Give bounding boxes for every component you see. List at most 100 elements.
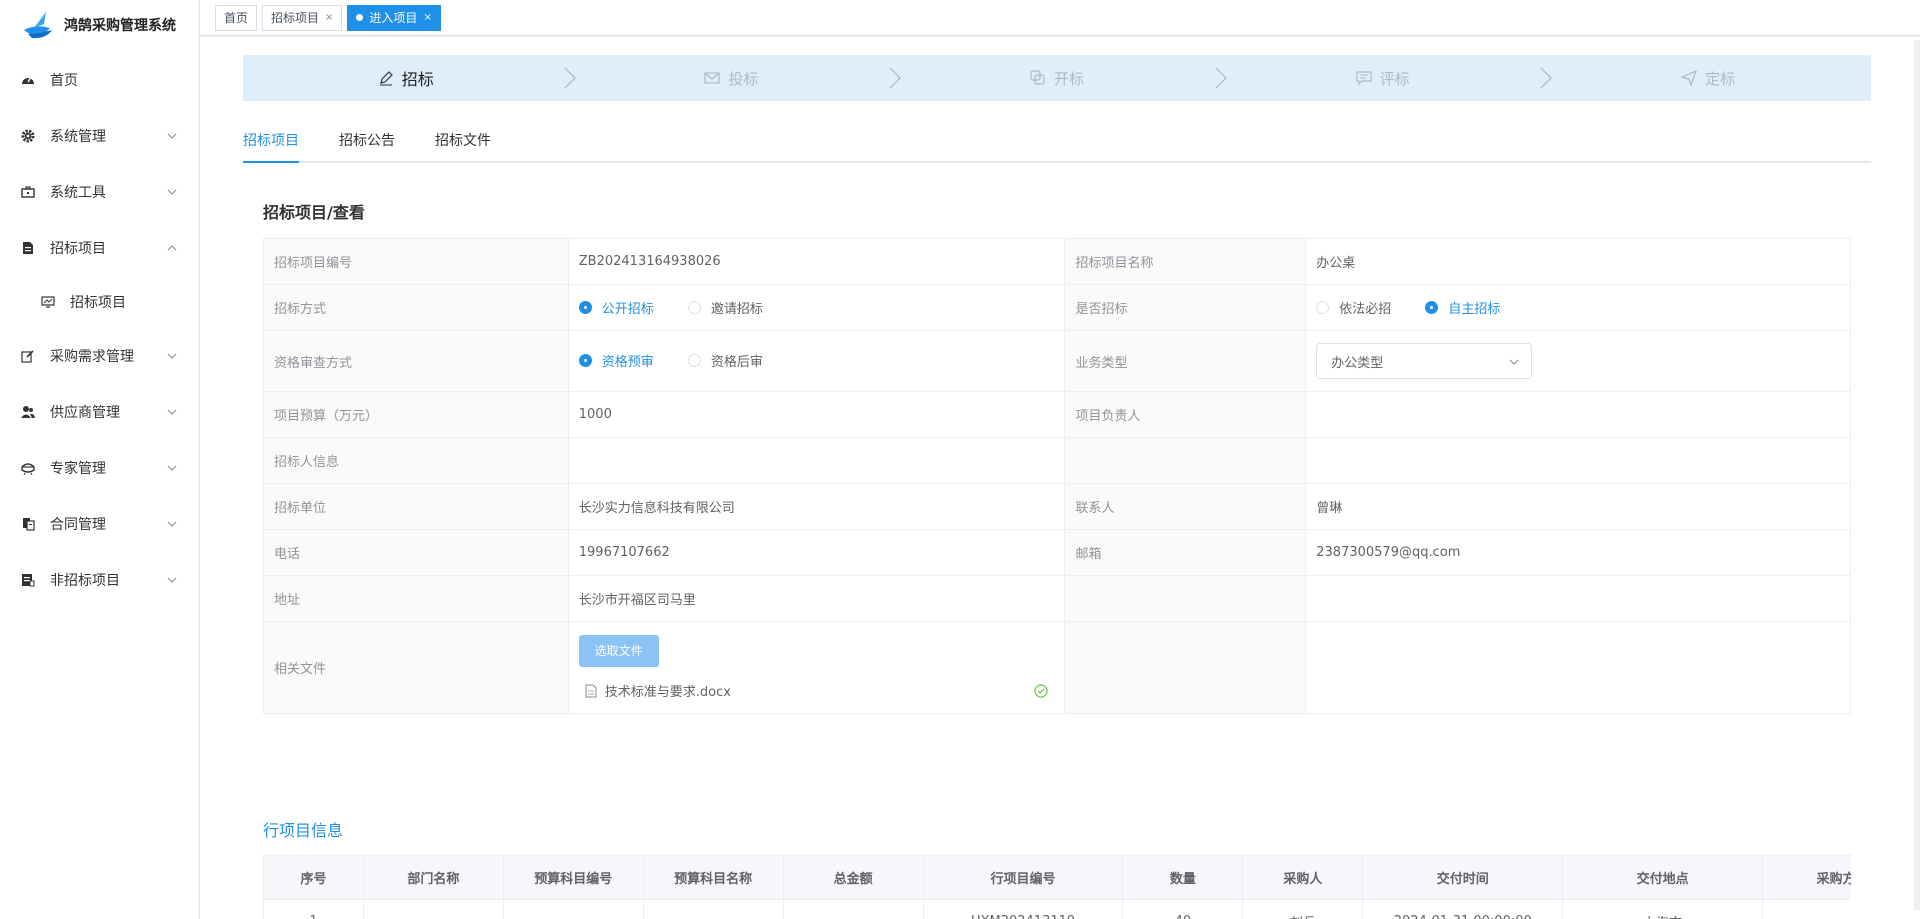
form-label: 地址	[263, 575, 569, 622]
radio-legal-mandatory[interactable]: 依法必招	[1316, 298, 1391, 317]
table-cell: HXM202413119	[922, 899, 1124, 919]
sidebar-item-purchase-demand[interactable]: 采购需求管理	[0, 328, 199, 384]
line-items-table-wrap: 序号 部门名称 预算科目编号 预算科目名称 总金额 行项目编号 数量 采购人 交…	[263, 855, 1851, 919]
app-title: 鸿鹄采购管理系统	[64, 18, 176, 34]
form-label: 项目预算（万元）	[263, 391, 569, 438]
column-header: 采购人	[1242, 855, 1364, 900]
step-bid[interactable]: 投标	[569, 55, 902, 101]
table-cell: 刘兵	[1242, 899, 1364, 919]
project-icon	[20, 572, 36, 588]
step-label: 投标	[728, 69, 759, 88]
tab-tender-notice[interactable]: 招标公告	[339, 121, 395, 161]
expert-icon	[20, 460, 36, 476]
sidebar-item-tender-project[interactable]: 招标项目	[0, 220, 199, 276]
radio-label: 自主招标	[1448, 301, 1501, 317]
sidebar-subitem-tender-project[interactable]: 招标项目	[0, 276, 199, 328]
uploaded-file[interactable]: 技术标准与要求.docx	[579, 681, 1055, 700]
chevron-down-icon	[167, 133, 177, 139]
sidebar-item-label: 系统工具	[50, 185, 106, 201]
tags-view: 首页 招标项目 × 进入项目 ×	[200, 0, 1920, 36]
biz-type-select[interactable]: 办公类型	[1316, 343, 1533, 379]
tab-tender-project[interactable]: 招标项目	[243, 121, 299, 163]
step-evaluate[interactable]: 评标	[1220, 55, 1553, 101]
budget-value: 1000	[567, 391, 1066, 438]
step-label: 招标	[401, 70, 434, 89]
step-label: 开标	[1053, 69, 1084, 88]
sidebar-item-system-tools[interactable]: 系统工具	[0, 164, 199, 220]
form-label: 项目负责人	[1064, 391, 1307, 438]
detail-tabs: 招标项目 招标公告 招标文件	[243, 121, 1871, 163]
table-cell: ——	[782, 899, 924, 919]
contact-value: 曾琳	[1305, 483, 1851, 530]
close-icon[interactable]: ×	[423, 6, 431, 30]
sidebar-item-label: 系统管理	[50, 129, 106, 145]
unit-value: 长沙实力信息科技有限公司	[567, 483, 1066, 530]
sidebar-item-non-tender[interactable]: 非招标项目	[0, 552, 199, 608]
column-header: 序号	[263, 855, 364, 900]
tag-label: 首页	[224, 10, 249, 25]
empty-cell	[1305, 437, 1851, 484]
table-cell: ——	[362, 899, 504, 919]
document-icon	[20, 240, 36, 256]
sidebar-item-supplier[interactable]: 供应商管理	[0, 384, 199, 440]
sidebar: 鸿鹄采购管理系统 首页 系统管理 系统工具 招标项目 招标项目 采购需求管理 供…	[0, 0, 200, 919]
monitor-icon	[40, 294, 56, 310]
close-icon[interactable]: ×	[325, 6, 333, 30]
sidebar-item-label: 非招标项目	[50, 573, 120, 589]
radio-circle	[687, 300, 701, 314]
step-label: 定标	[1705, 69, 1736, 88]
radio-circle	[578, 300, 592, 314]
table-cell: 上海市	[1562, 899, 1764, 919]
sidebar-item-contract[interactable]: 合同管理	[0, 496, 199, 552]
select-file-button[interactable]: 选取文件	[578, 635, 659, 667]
address-value: 长沙市开福区司马里	[567, 575, 1066, 622]
table-header-row: 序号 部门名称 预算科目编号 预算科目名称 总金额 行项目编号 数量 采购人 交…	[263, 855, 1851, 900]
gear-icon	[20, 128, 36, 144]
radio-label: 公开招标	[601, 301, 654, 317]
radio-open-tender[interactable]: 公开招标	[578, 298, 654, 317]
form-label: 资格审查方式	[263, 330, 569, 392]
vertical-scrollbar[interactable]	[1914, 40, 1920, 910]
qualify-radio-group: 资格预审 资格后审	[567, 330, 1066, 392]
sidebar-item-system-management[interactable]: 系统管理	[0, 108, 199, 164]
tag-tender-project[interactable]: 招标项目 ×	[262, 4, 343, 31]
empty-label-cell	[1064, 437, 1307, 484]
radio-circle	[1316, 300, 1330, 314]
radio-circle	[687, 354, 701, 367]
chevron-down-icon	[167, 353, 177, 359]
step-tender[interactable]: 招标	[243, 55, 576, 101]
radio-post-qualify[interactable]: 资格后审	[687, 351, 763, 370]
biz-type-cell: 办公类型	[1305, 330, 1851, 392]
radio-self-tender[interactable]: 自主招标	[1425, 298, 1500, 317]
copy-icon	[1030, 70, 1045, 85]
tab-tender-files[interactable]: 招标文件	[435, 121, 491, 161]
line-items-table: 序号 部门名称 预算科目编号 预算科目名称 总金额 行项目编号 数量 采购人 交…	[263, 855, 1851, 919]
files-cell: 选取文件 技术标准与要求.docx	[567, 621, 1066, 714]
toolbox-icon	[20, 184, 36, 200]
column-header: 采购方式	[1762, 855, 1851, 900]
file-icon	[585, 684, 597, 697]
column-header: 预算科目编号	[502, 855, 644, 900]
edit-icon	[20, 348, 36, 364]
step-open[interactable]: 开标	[894, 55, 1227, 101]
sidebar-item-home[interactable]: 首页	[0, 52, 199, 108]
dashboard-icon	[20, 72, 36, 88]
form-label: 招标单位	[263, 483, 569, 530]
chevron-down-icon	[167, 465, 177, 471]
chevron-down-icon	[1509, 359, 1519, 365]
column-header: 数量	[1122, 855, 1244, 900]
empty-label-cell	[1064, 621, 1307, 714]
sidebar-item-expert[interactable]: 专家管理	[0, 440, 199, 496]
tag-enter-project[interactable]: 进入项目 ×	[347, 4, 441, 31]
radio-invite-tender[interactable]: 邀请招标	[687, 298, 763, 317]
tag-home[interactable]: 首页	[215, 4, 258, 31]
contract-icon	[20, 516, 36, 532]
app-logo[interactable]: 鸿鹄采购管理系统	[0, 0, 199, 50]
step-award[interactable]: 定标	[1545, 55, 1871, 101]
column-header: 交付地点	[1562, 855, 1764, 900]
radio-pre-qualify[interactable]: 资格预审	[578, 351, 654, 370]
mail-icon	[704, 72, 720, 84]
method-radio-group: 公开招标 邀请招标	[567, 284, 1066, 331]
form-label: 招标人信息	[263, 437, 569, 484]
form-label: 邮箱	[1064, 529, 1307, 576]
